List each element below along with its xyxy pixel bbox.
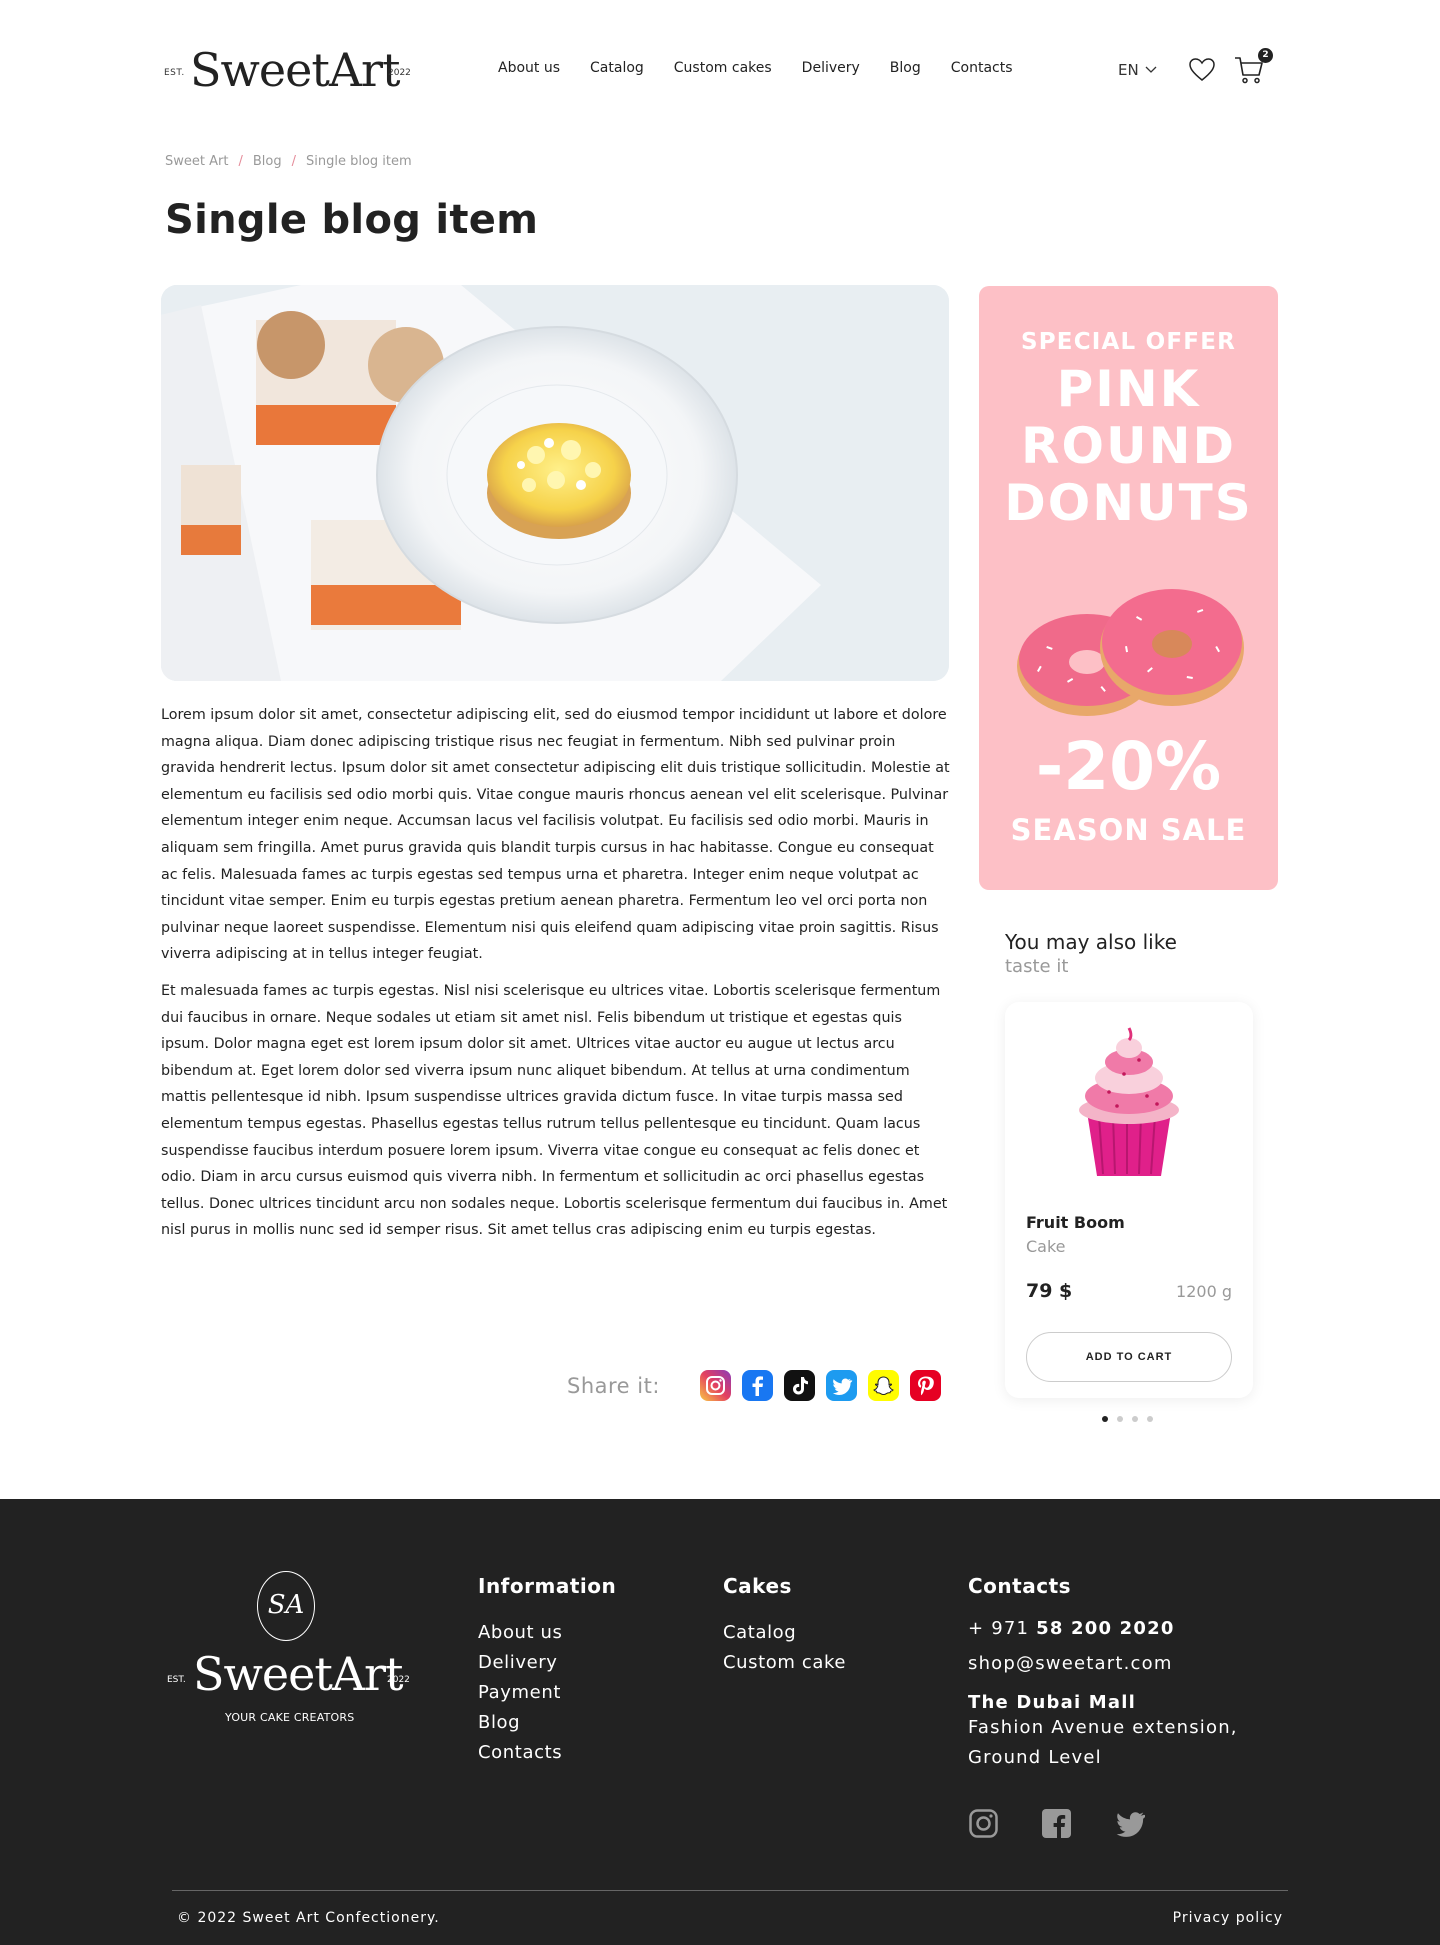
heart-icon[interactable] — [1188, 56, 1216, 84]
carousel-dot[interactable] — [1132, 1416, 1138, 1422]
pinterest-icon[interactable] — [909, 1370, 941, 1401]
cart-count-badge: 2 — [1258, 48, 1273, 63]
article-paragraph: Lorem ipsum dolor sit amet, consectetur … — [161, 707, 950, 963]
cupcake-image — [1079, 1027, 1179, 1176]
phone-number: 58 200 2020 — [1036, 1618, 1175, 1639]
promo-title: PINK ROUND DONUTS — [979, 361, 1278, 532]
donuts-image — [1017, 589, 1244, 716]
carousel-dot-active[interactable] — [1102, 1416, 1108, 1422]
logo-word: SweetArt — [190, 43, 401, 97]
product-price: 79 $ — [1026, 1280, 1073, 1302]
phone-prefix: + 971 — [968, 1618, 1037, 1639]
footer-address-line: Ground Level — [968, 1747, 1102, 1768]
twitter-icon[interactable] — [1114, 1808, 1146, 1839]
related-section-header: You may also like taste it — [1005, 930, 1177, 977]
footer-link-payment[interactable]: Payment — [478, 1678, 616, 1708]
footer-information-title: Information — [478, 1574, 617, 1598]
carousel-dots — [1102, 1416, 1153, 1422]
promo-special-offer: SPECIAL OFFER — [1020, 329, 1237, 355]
product-name: Fruit Boom — [1026, 1213, 1125, 1232]
product-category: Cake — [1026, 1237, 1066, 1256]
logo-est: EST. — [164, 68, 185, 78]
nav-blog[interactable]: Blog — [890, 60, 921, 76]
footer-cakes: Cakes Catalog Custom cake — [723, 1574, 846, 1678]
footer-contacts: Contacts + 971 58 200 2020 shop@sweetart… — [968, 1574, 1238, 1773]
footer-link-contacts[interactable]: Contacts — [478, 1738, 616, 1768]
footer-link-delivery[interactable]: Delivery — [478, 1648, 616, 1678]
footer-contacts-title: Contacts — [968, 1574, 1072, 1598]
footer-email[interactable]: shop@sweetart.com — [968, 1653, 1238, 1674]
footer-link-custom-cake[interactable]: Custom cake — [723, 1648, 846, 1678]
product-weight: 1200 g — [1176, 1282, 1232, 1301]
related-title: You may also like — [1005, 930, 1177, 954]
footer-logo[interactable]: SA EST. SweetArt 2022 YOUR CAKE CREATORS — [165, 1571, 410, 1731]
footer-tagline: YOUR CAKE CREATORS — [225, 1711, 355, 1724]
promo-discount: -20% — [1035, 728, 1222, 805]
magazine-tart-illustration — [161, 285, 949, 681]
promo-title-line: ROUND — [1021, 417, 1236, 475]
instagram-icon[interactable] — [968, 1808, 999, 1839]
footer-link-about-us[interactable]: About us — [478, 1618, 616, 1648]
breadcrumb-home[interactable]: Sweet Art — [165, 154, 228, 169]
promo-banner[interactable]: SPECIAL OFFER PINK ROUND DONUTS -20% SEA… — [979, 286, 1278, 890]
promo-sale-label: SEASON SALE — [1010, 813, 1247, 847]
site-logo[interactable]: EST. SweetArt 2022 — [164, 40, 411, 100]
nav-contacts[interactable]: Contacts — [951, 60, 1013, 76]
footer-information: Information About us Delivery Payment Bl… — [478, 1574, 616, 1768]
article-paragraph: Et malesuada fames ac turpis egestas. Ni… — [161, 982, 948, 1239]
article-body: Lorem ipsum dolor sit amet, consectetur … — [161, 702, 951, 1254]
main-nav: About us Catalog Custom cakes Delivery B… — [498, 60, 1043, 76]
breadcrumb: Sweet Art / Blog / Single blog item — [165, 154, 412, 169]
breadcrumb-blog[interactable]: Blog — [253, 154, 282, 169]
breadcrumb-current: Single blog item — [305, 154, 412, 169]
share-bar: Share it: — [567, 1370, 941, 1401]
facebook-icon[interactable] — [1041, 1808, 1072, 1839]
footer-divider — [172, 1890, 1288, 1891]
logo-year: 2022 — [388, 68, 411, 78]
footer-logo-monogram: SA — [257, 1571, 315, 1641]
footer-address-line: Fashion Avenue extension, — [968, 1717, 1238, 1738]
promo-title-line: PINK — [1056, 360, 1201, 418]
twitter-icon[interactable] — [825, 1370, 857, 1401]
carousel-dot[interactable] — [1147, 1416, 1153, 1422]
instagram-icon[interactable] — [699, 1370, 731, 1401]
footer-link-catalog[interactable]: Catalog — [723, 1618, 846, 1648]
add-to-cart-button[interactable]: ADD TO CART — [1026, 1332, 1232, 1382]
footer-logo-est: EST. — [167, 1675, 186, 1685]
footer-phone[interactable]: + 971 58 200 2020 — [968, 1618, 1238, 1639]
share-icons — [699, 1370, 941, 1401]
nav-catalog[interactable]: Catalog — [590, 60, 644, 76]
promo-title-line: DONUTS — [1004, 474, 1253, 532]
product-card[interactable]: Fruit Boom Cake 79 $ 1200 g ADD TO CART — [1005, 1002, 1253, 1398]
breadcrumb-separator: / — [291, 154, 296, 169]
carousel-dot[interactable] — [1117, 1416, 1123, 1422]
footer-social — [968, 1808, 1146, 1839]
snapchat-icon[interactable] — [867, 1370, 899, 1401]
tiktok-icon[interactable] — [783, 1370, 815, 1401]
page-title: Single blog item — [165, 197, 539, 243]
privacy-policy-link[interactable]: Privacy policy — [1173, 1910, 1283, 1926]
footer-logo-year: 2022 — [387, 1675, 410, 1685]
facebook-icon[interactable] — [741, 1370, 773, 1401]
nav-custom-cakes[interactable]: Custom cakes — [674, 60, 772, 76]
footer-cakes-title: Cakes — [723, 1574, 792, 1598]
breadcrumb-separator: / — [238, 154, 243, 169]
site-footer: SA EST. SweetArt 2022 YOUR CAKE CREATORS… — [0, 1499, 1440, 1945]
footer-logo-word: SweetArt — [193, 1647, 404, 1701]
language-selector[interactable]: EN — [1118, 61, 1157, 79]
language-label: EN — [1118, 61, 1139, 79]
blog-hero-image — [161, 285, 949, 681]
nav-delivery[interactable]: Delivery — [802, 60, 860, 76]
footer-copyright: © 2022 Sweet Art Confectionery. — [177, 1910, 440, 1926]
related-subtitle: taste it — [1005, 956, 1069, 977]
nav-about-us[interactable]: About us — [498, 60, 560, 76]
share-label: Share it: — [567, 1373, 660, 1398]
footer-mall: The Dubai Mall — [968, 1692, 1136, 1713]
site-header: EST. SweetArt 2022 About us Catalog Cust… — [0, 0, 1440, 145]
chevron-down-icon — [1145, 66, 1157, 73]
footer-link-blog[interactable]: Blog — [478, 1708, 616, 1738]
